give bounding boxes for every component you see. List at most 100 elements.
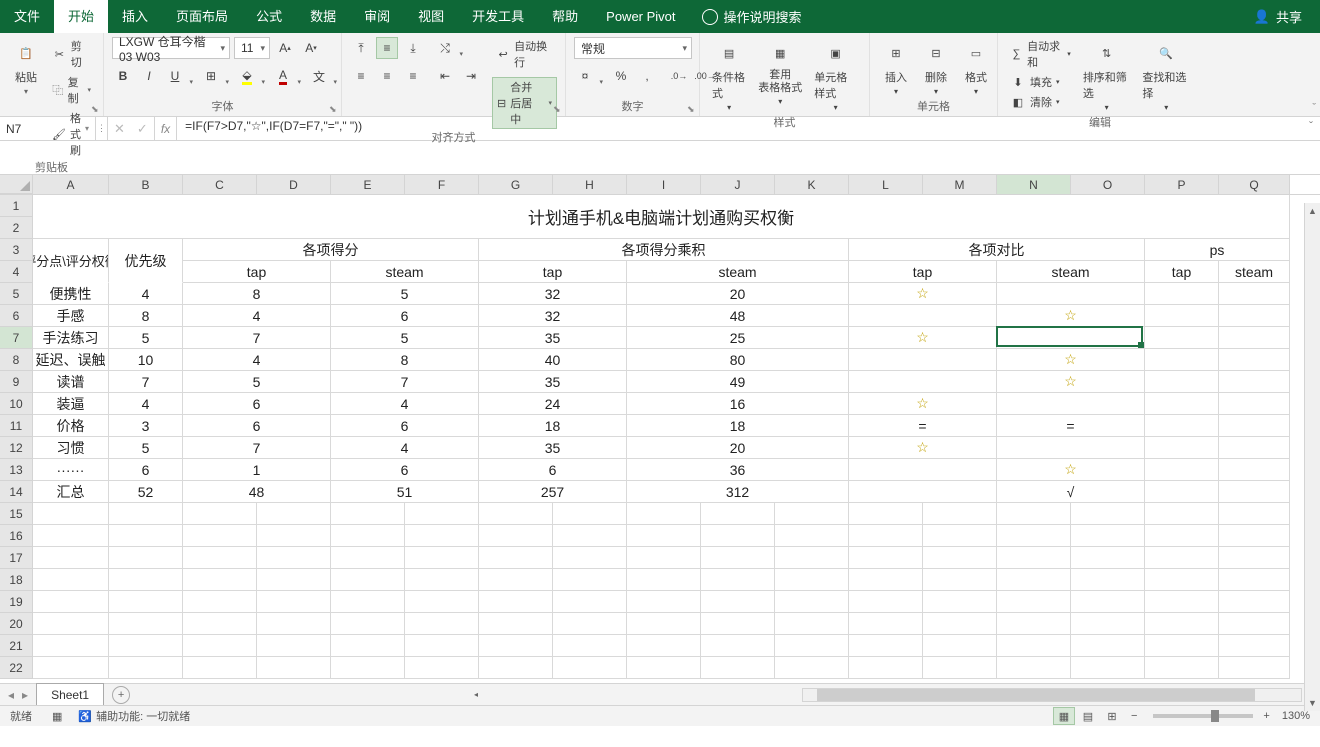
cell[interactable] [1145,503,1219,525]
cell[interactable] [997,547,1071,569]
cell[interactable] [997,503,1071,525]
cell[interactable]: 手感 [33,305,109,327]
cell[interactable] [405,635,479,657]
cell[interactable] [331,525,405,547]
macro-icon[interactable]: ▦ [52,710,62,723]
cell[interactable] [479,635,553,657]
cell[interactable]: 各项对比 [849,239,1145,261]
cell[interactable]: 6 [331,305,479,327]
cell[interactable] [553,635,627,657]
row-header-13[interactable]: 13 [0,459,33,481]
col-header-J[interactable]: J [701,175,775,194]
cell[interactable]: steam [997,261,1145,283]
cell[interactable] [1145,635,1219,657]
cell[interactable]: 6 [331,459,479,481]
cell[interactable] [109,591,183,613]
fill-button[interactable]: ⬇填充▾ [1006,73,1075,91]
cell[interactable]: 各项得分 [183,239,479,261]
cell[interactable] [331,569,405,591]
cell[interactable] [33,569,109,591]
cell[interactable] [1071,569,1145,591]
align-middle-button[interactable]: ≡ [376,37,398,59]
add-sheet-button[interactable]: + [112,686,130,704]
align-center-button[interactable]: ≡ [376,65,398,87]
cell[interactable] [849,503,923,525]
view-tab[interactable]: 视图 [404,0,458,33]
col-header-F[interactable]: F [405,175,479,194]
cell[interactable] [479,657,553,679]
col-header-I[interactable]: I [627,175,701,194]
cell[interactable]: ☆ [849,327,997,349]
cell[interactable] [849,591,923,613]
row-header-19[interactable]: 19 [0,591,33,613]
cell[interactable] [627,635,701,657]
cell[interactable] [627,569,701,591]
cell[interactable]: 36 [627,459,849,481]
cell[interactable] [849,635,923,657]
hscroll-left[interactable]: ◂ [469,688,483,702]
cell[interactable] [1071,635,1145,657]
cell[interactable] [479,591,553,613]
cell[interactable]: ☆ [997,371,1145,393]
cell[interactable] [1071,591,1145,613]
conditional-format-button[interactable]: ▤条件格式▾ [708,37,750,114]
cell[interactable] [109,503,183,525]
cell[interactable] [627,547,701,569]
clipboard-launcher[interactable]: ⬊ [91,104,101,114]
cell[interactable] [479,613,553,635]
cell[interactable] [775,613,849,635]
page-break-view-button[interactable]: ⊞ [1101,707,1123,725]
row-header-9[interactable]: 9 [0,371,33,393]
cell[interactable] [1219,635,1290,657]
col-header-N[interactable]: N [997,175,1071,194]
cell[interactable]: 80 [627,349,849,371]
cell[interactable]: 20 [627,437,849,459]
cell[interactable] [997,657,1071,679]
cell[interactable] [997,591,1071,613]
merge-center-button[interactable]: ⊟合并后居中▾ [492,77,557,129]
cell[interactable] [405,591,479,613]
cell[interactable] [1145,525,1219,547]
cell[interactable] [701,547,775,569]
col-header-K[interactable]: K [775,175,849,194]
row-header-4[interactable]: 4 [0,261,33,283]
cell[interactable] [1071,613,1145,635]
cell[interactable] [109,635,183,657]
row-header-3[interactable]: 3 [0,239,33,261]
cell[interactable] [627,503,701,525]
cell[interactable]: 25 [627,327,849,349]
cell[interactable]: 装逼 [33,393,109,415]
cell[interactable]: 7 [109,371,183,393]
cell[interactable]: ☆ [997,349,1145,371]
cell[interactable] [997,569,1071,591]
comma-button[interactable]: , [636,65,658,87]
row-header-14[interactable]: 14 [0,481,33,503]
find-select-button[interactable]: 🔍查找和选择▾ [1138,37,1194,114]
cell[interactable] [1071,547,1145,569]
cell[interactable] [1219,393,1290,415]
cell[interactable]: 4 [109,393,183,415]
cell[interactable] [701,591,775,613]
cell[interactable]: 35 [479,371,627,393]
italic-button[interactable]: I [138,65,160,87]
cell[interactable] [1219,327,1290,349]
cell[interactable] [1219,481,1290,503]
cell[interactable] [627,591,701,613]
cell[interactable] [331,547,405,569]
cell[interactable] [1145,613,1219,635]
cell[interactable]: 10 [109,349,183,371]
cell[interactable]: ☆ [997,305,1145,327]
cell[interactable]: 52 [109,481,183,503]
cell[interactable]: ☆ [849,393,997,415]
cell[interactable] [109,525,183,547]
table-format-button[interactable]: ▦套用 表格格式▾ [754,37,806,108]
share-button[interactable]: 共享 [1276,7,1302,26]
cell[interactable] [553,613,627,635]
cell[interactable]: 4 [331,393,479,415]
cell[interactable]: steam [1219,261,1290,283]
cell[interactable]: ps [1145,239,1290,261]
col-header-E[interactable]: E [331,175,405,194]
cell[interactable] [701,657,775,679]
cell[interactable] [33,591,109,613]
font-color-button[interactable]: A [272,65,294,87]
